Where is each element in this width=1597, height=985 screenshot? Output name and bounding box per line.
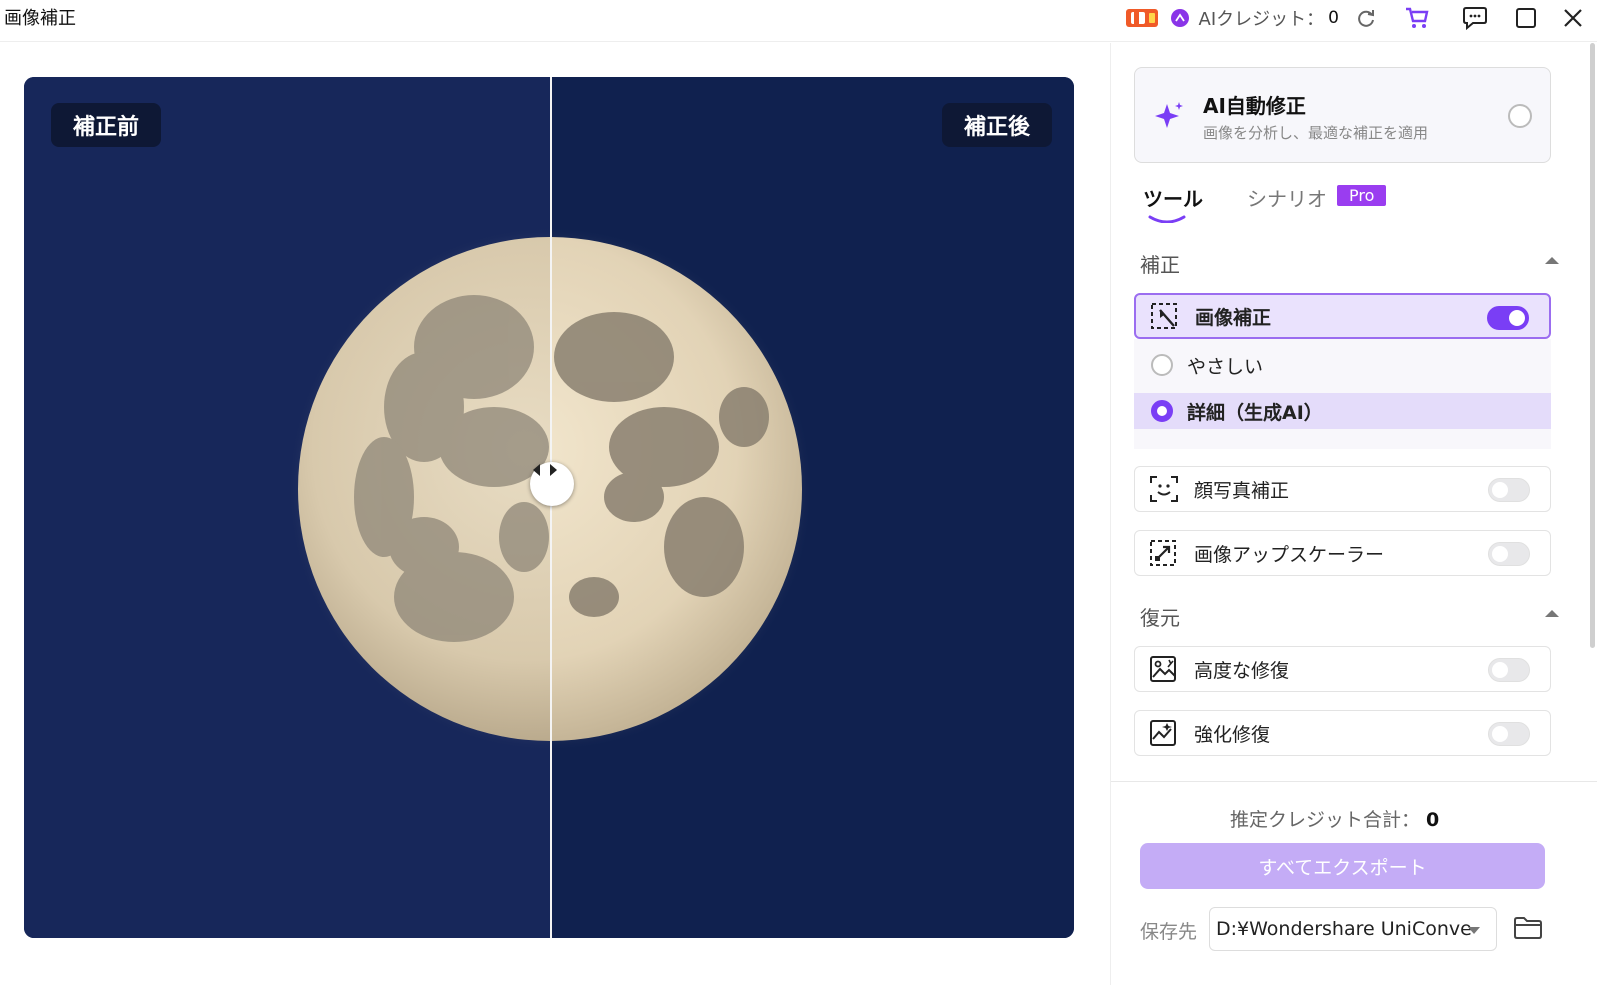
maximize-icon[interactable]	[1503, 0, 1549, 36]
enhanced-repair-icon	[1146, 718, 1182, 748]
panel-tabs: ツール シナリオ Pro	[1143, 183, 1387, 223]
ai-auto-correct-card[interactable]: AI自動修正 画像を分析し、最適な補正を適用	[1134, 67, 1551, 163]
collapse-restore-caret-icon[interactable]	[1545, 610, 1559, 617]
section-title-restore: 復元	[1140, 606, 1180, 630]
option-gentle-label: やさしい	[1187, 355, 1264, 378]
estimated-credits: 推定クレジット合計： 0	[1230, 805, 1439, 832]
face-enhance-icon	[1146, 474, 1182, 504]
enhanced-repair-toggle[interactable]	[1488, 722, 1530, 746]
tab-active-indicator	[1148, 215, 1186, 223]
advanced-repair-toggle[interactable]	[1488, 658, 1530, 682]
option-detailed-radio[interactable]	[1151, 400, 1173, 422]
ai-credit-label: AIクレジット：	[1198, 9, 1325, 30]
image-enhance-toggle[interactable]	[1487, 306, 1529, 330]
tool-advanced-repair[interactable]: 高度な修復	[1134, 646, 1551, 692]
export-all-button[interactable]: すべてエクスポート	[1140, 843, 1545, 889]
tool-image-upscaler[interactable]: 画像アップスケーラー	[1134, 530, 1551, 576]
left-right-arrows-icon	[533, 464, 557, 476]
ai-credit-value: 0	[1328, 8, 1339, 28]
ai-auto-title: AI自動修正	[1203, 94, 1306, 118]
tab-tools-label: ツール	[1143, 187, 1203, 211]
moon-photo	[24, 77, 1074, 938]
gift-icon[interactable]	[1125, 0, 1159, 36]
titlebar-controls: AIクレジット： 0	[1125, 0, 1597, 36]
option-gentle[interactable]: やさしい	[1134, 347, 1551, 383]
ai-auto-subtitle: 画像を分析し、最適な補正を適用	[1203, 124, 1429, 142]
cart-icon[interactable]	[1393, 0, 1441, 36]
tool-face-enhance-label: 顔写真補正	[1194, 479, 1290, 502]
image-upscaler-toggle[interactable]	[1488, 542, 1530, 566]
tool-face-enhance[interactable]: 顔写真補正	[1134, 466, 1551, 512]
face-enhance-toggle[interactable]	[1488, 478, 1530, 502]
save-location-label: 保存先	[1140, 921, 1198, 943]
dropdown-caret-icon	[1468, 927, 1480, 934]
pro-badge: Pro	[1337, 185, 1387, 206]
feedback-icon[interactable]	[1447, 0, 1503, 36]
settings-panel: AI自動修正 画像を分析し、最適な補正を適用 ツール シナリオ Pro 補正 画…	[1110, 43, 1597, 985]
image-enhance-icon	[1147, 301, 1183, 331]
option-detailed-ai[interactable]: 詳細（生成AI）	[1134, 393, 1551, 429]
window-title: 画像補正	[4, 8, 76, 29]
tab-scenario[interactable]: シナリオ	[1247, 183, 1327, 212]
advanced-repair-icon	[1146, 654, 1182, 684]
close-icon[interactable]	[1549, 0, 1597, 36]
save-location-select[interactable]: D:¥Wondershare UniConve	[1209, 907, 1497, 951]
estimated-credits-label: 推定クレジット合計：	[1230, 809, 1421, 831]
image-enhance-options: やさしい 詳細（生成AI）	[1134, 339, 1551, 449]
preview-area: 補正前 補正後	[0, 43, 1110, 985]
comparison-image[interactable]: 補正前 補正後	[24, 77, 1074, 938]
split-slider-handle[interactable]	[530, 462, 574, 506]
folder-icon[interactable]	[1513, 915, 1543, 943]
tool-image-upscaler-label: 画像アップスケーラー	[1194, 543, 1385, 566]
option-gentle-radio[interactable]	[1151, 354, 1173, 376]
tool-enhanced-repair-label: 強化修復	[1194, 723, 1271, 746]
ai-auto-radio[interactable]	[1508, 104, 1532, 128]
option-detailed-label: 詳細（生成AI）	[1187, 401, 1323, 424]
tool-enhanced-repair[interactable]: 強化修復	[1134, 710, 1551, 756]
save-location-path: D:¥Wondershare UniConve	[1216, 918, 1472, 940]
tab-tools[interactable]: ツール	[1143, 183, 1203, 223]
upscale-icon	[1146, 538, 1182, 568]
tool-image-enhance-label: 画像補正	[1195, 306, 1272, 329]
refresh-icon[interactable]	[1349, 0, 1383, 36]
collapse-correction-caret-icon[interactable]	[1545, 257, 1559, 264]
title-bar: 画像補正 AIクレジット： 0	[0, 0, 1597, 42]
estimated-credits-value: 0	[1426, 809, 1440, 831]
sparkle-icon	[1155, 102, 1183, 128]
after-label: 補正後	[941, 103, 1052, 147]
tool-image-enhance[interactable]: 画像補正	[1134, 293, 1551, 339]
tool-advanced-repair-label: 高度な修復	[1194, 659, 1290, 682]
section-title-correction: 補正	[1140, 253, 1180, 277]
panel-divider	[1111, 781, 1597, 782]
ai-credit-icon	[1167, 0, 1193, 36]
panel-scrollbar[interactable]	[1590, 43, 1595, 648]
before-label: 補正前	[51, 103, 162, 147]
